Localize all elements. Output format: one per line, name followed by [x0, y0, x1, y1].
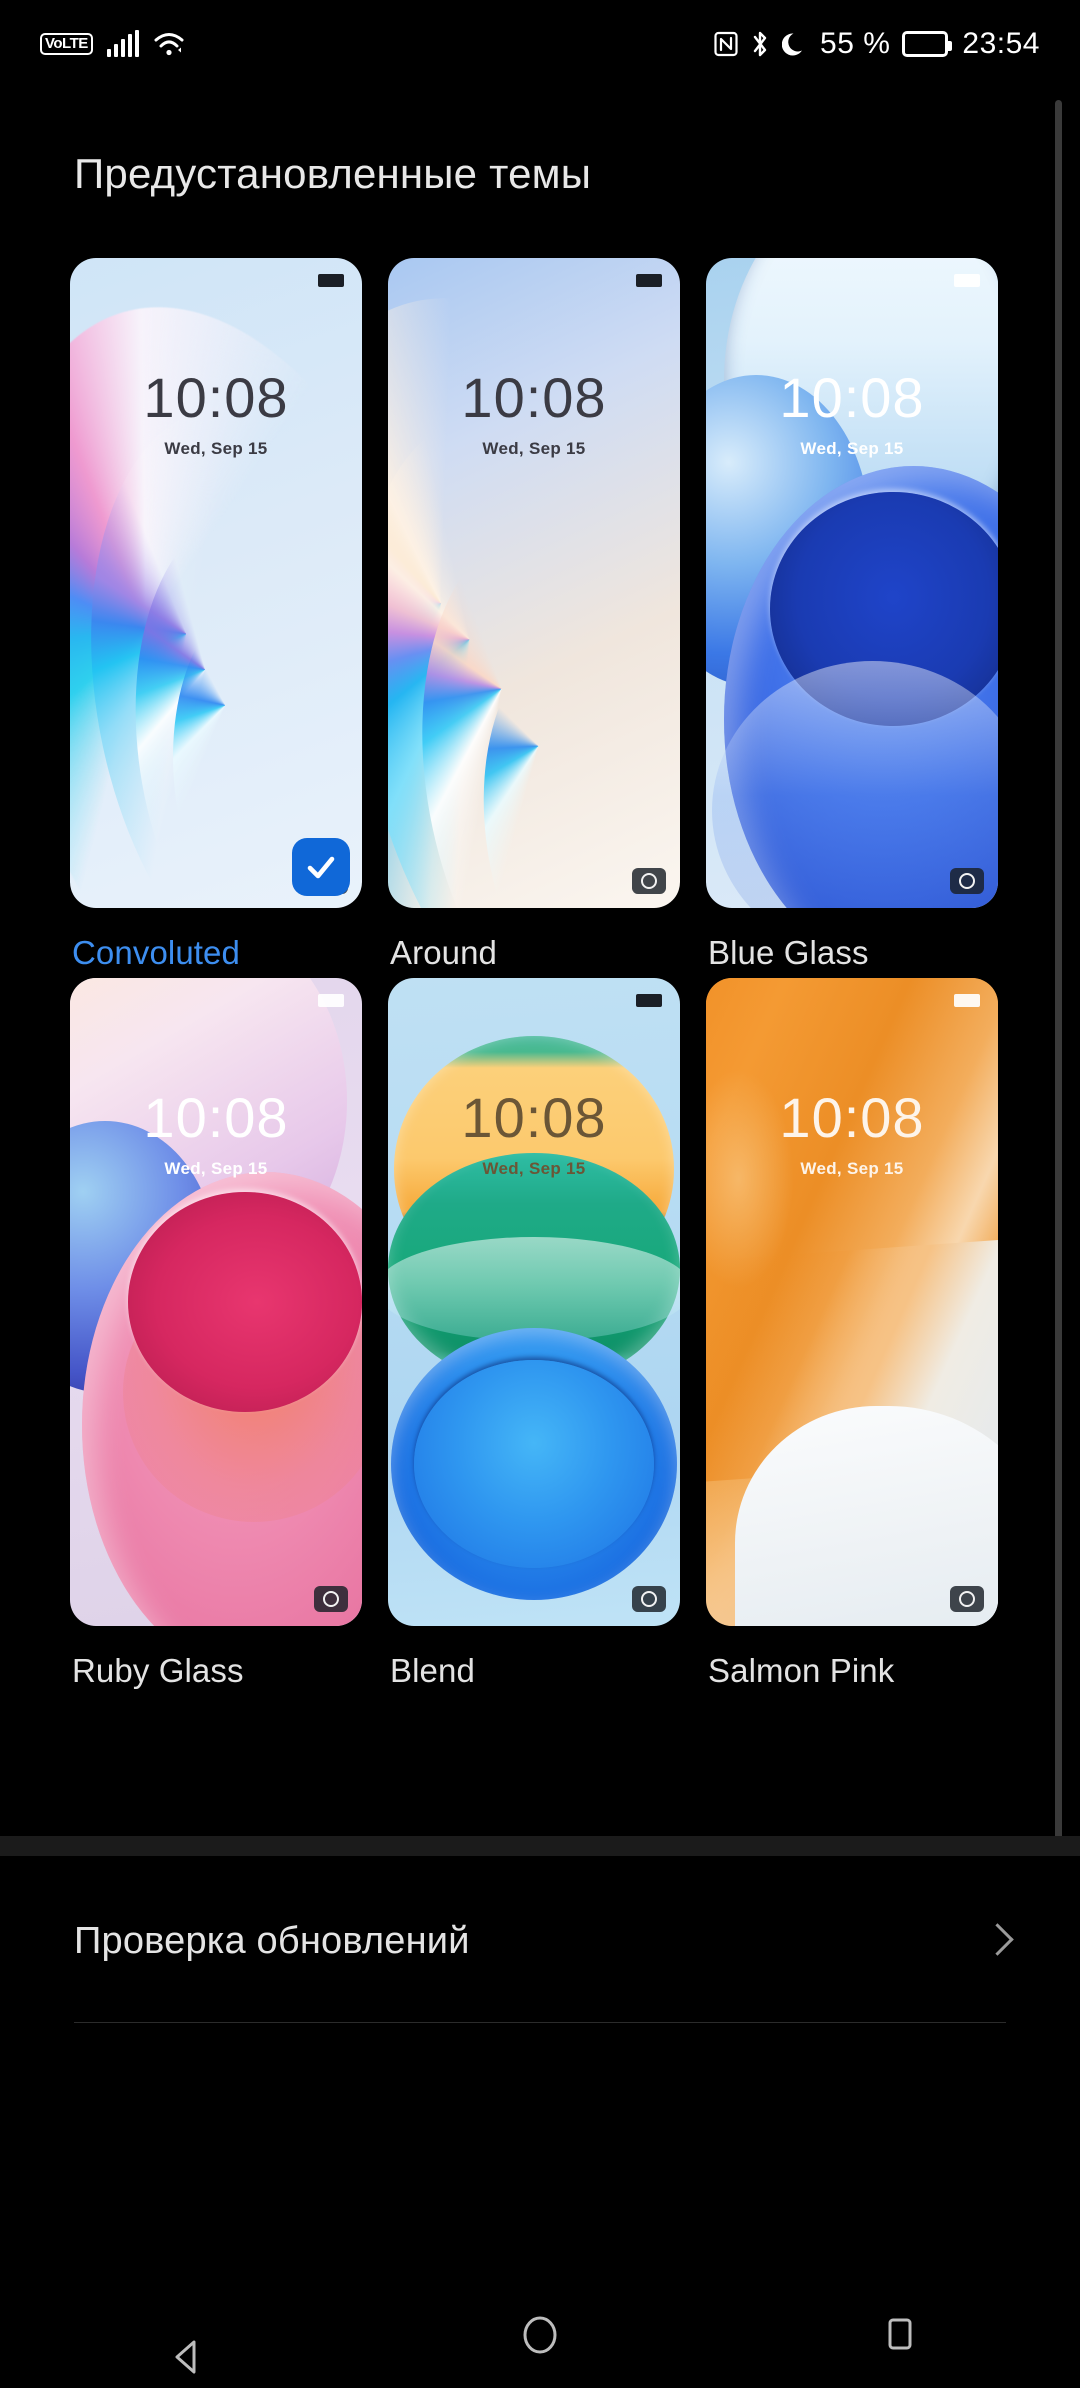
- lockscreen-clock: 10:08 Wed, Sep 15: [70, 366, 362, 458]
- theme-thumbnail[interactable]: 10:08 Wed, Sep 15: [70, 258, 362, 908]
- back-button[interactable]: [120, 2282, 240, 2388]
- battery-icon: [318, 274, 344, 287]
- wallpaper-art: [706, 258, 998, 908]
- home-circle-icon: [518, 2313, 562, 2357]
- camera-icon: [632, 1586, 666, 1612]
- battery-icon: [954, 274, 980, 287]
- lockscreen-clock: 10:08 Wed, Sep 15: [706, 366, 998, 458]
- status-bar-right: 55 % 23:54: [714, 27, 1040, 61]
- clock-time: 10:08: [461, 366, 607, 429]
- moon-icon: [781, 30, 808, 58]
- lockscreen-clock: 10:08 Wed, Sep 15: [70, 1086, 362, 1178]
- wallpaper-art: [388, 258, 680, 908]
- signal-bars-icon: [106, 30, 140, 57]
- theme-thumbnail[interactable]: 10:08 Wed, Sep 15: [388, 258, 680, 908]
- theme-card-ruby-glass[interactable]: 10:08 Wed, Sep 15 Ruby Glass: [70, 978, 362, 1690]
- battery-icon: [954, 994, 980, 1007]
- check-updates-label: Проверка обновлений: [74, 1919, 470, 1962]
- theme-label: Salmon Pink: [708, 1652, 895, 1689]
- camera-icon: [950, 1586, 984, 1612]
- theme-thumbnail[interactable]: 10:08 Wed, Sep 15: [706, 978, 998, 1626]
- section-divider-band: [0, 1836, 1080, 1856]
- status-bar-left: VoLTE: [40, 30, 185, 58]
- theme-label: Blend: [390, 1652, 475, 1689]
- clock-time: 10:08: [779, 1086, 925, 1149]
- clock-date: Wed, Sep 15: [482, 1159, 586, 1178]
- page-title: Предустановленные темы: [74, 150, 592, 197]
- clock-date: Wed, Sep 15: [800, 439, 904, 458]
- battery-icon: [318, 994, 344, 1007]
- recents-button[interactable]: [840, 2282, 960, 2388]
- home-button[interactable]: [480, 2282, 600, 2388]
- nfc-icon: [714, 30, 738, 58]
- battery-icon: [636, 274, 662, 287]
- theme-card-convoluted[interactable]: 10:08 Wed, Sep 15 Convoluted: [70, 258, 362, 972]
- clock-date: Wed, Sep 15: [164, 439, 268, 458]
- clock-time: 10:08: [143, 1086, 289, 1149]
- theme-card-blue-glass[interactable]: 10:08 Wed, Sep 15 Blue Glass: [706, 258, 998, 972]
- bluetooth-icon: [750, 29, 770, 59]
- clock-date: Wed, Sep 15: [800, 1159, 904, 1178]
- recents-square-icon: [878, 2313, 922, 2357]
- clock-date: Wed, Sep 15: [482, 439, 586, 458]
- chevron-right-icon: [984, 1921, 1006, 1961]
- theme-card-around[interactable]: 10:08 Wed, Sep 15 Around: [388, 258, 680, 972]
- list-divider: [74, 2022, 1006, 2023]
- clock-time: 10:08: [461, 1086, 607, 1149]
- camera-icon: [950, 868, 984, 894]
- theme-thumbnail[interactable]: 10:08 Wed, Sep 15: [706, 258, 998, 908]
- battery-icon: [636, 994, 662, 1007]
- status-bar-clock: 23:54: [962, 27, 1040, 60]
- theme-thumbnail[interactable]: 10:08 Wed, Sep 15: [388, 978, 680, 1626]
- theme-grid: 10:08 Wed, Sep 15 Convoluted 10:08 Wed, …: [0, 258, 1080, 1690]
- camera-icon: [632, 868, 666, 894]
- theme-thumbnail[interactable]: 10:08 Wed, Sep 15: [70, 978, 362, 1626]
- navigation-bar: [0, 2282, 1080, 2388]
- clock-time: 10:08: [779, 366, 925, 429]
- theme-card-blend[interactable]: 10:08 Wed, Sep 15 Blend: [388, 978, 680, 1690]
- theme-label: Around: [390, 934, 498, 971]
- volte-icon: VoLTE: [40, 33, 93, 55]
- theme-row-1: 10:08 Wed, Sep 15 Convoluted 10:08 Wed, …: [0, 258, 1080, 972]
- clock-date: Wed, Sep 15: [164, 1159, 268, 1178]
- battery-percent-label: 55 %: [820, 27, 891, 60]
- theme-label: Blue Glass: [708, 934, 869, 971]
- back-triangle-icon: [165, 2314, 196, 2374]
- check-updates-row[interactable]: Проверка обновлений: [0, 1856, 1080, 2026]
- theme-card-salmon-pink[interactable]: 10:08 Wed, Sep 15 Salmon Pink: [706, 978, 998, 1690]
- lockscreen-clock: 10:08 Wed, Sep 15: [388, 366, 680, 458]
- wallpaper-art: [706, 978, 998, 1626]
- lockscreen-clock: 10:08 Wed, Sep 15: [706, 1086, 998, 1178]
- wallpaper-art: [388, 978, 680, 1626]
- check-icon: [292, 838, 350, 896]
- lockscreen-clock: 10:08 Wed, Sep 15: [388, 1086, 680, 1178]
- camera-icon: [314, 1586, 348, 1612]
- wallpaper-art: [70, 258, 362, 908]
- wallpaper-art: [70, 978, 362, 1626]
- clock-time: 10:08: [143, 366, 289, 429]
- theme-label: Convoluted: [72, 934, 240, 971]
- phone-screen: VoLTE 55 % 23:54 Предустановленные темы …: [0, 0, 1080, 2388]
- wifi-icon: [153, 30, 185, 58]
- theme-label: Ruby Glass: [72, 1652, 244, 1689]
- status-bar: VoLTE 55 % 23:54: [0, 0, 1080, 88]
- theme-row-2: 10:08 Wed, Sep 15 Ruby Glass 10:08 Wed, …: [0, 978, 1080, 1690]
- battery-icon: [902, 31, 953, 57]
